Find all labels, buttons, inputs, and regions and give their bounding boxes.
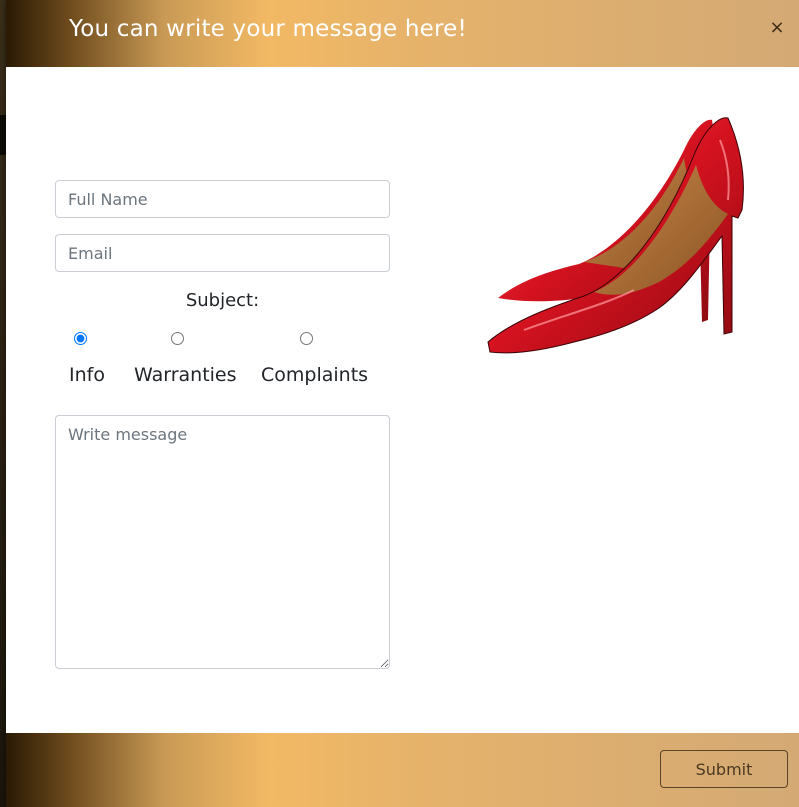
modal-header: You can write your message here! ×	[6, 0, 799, 67]
message-modal: You can write your message here! × Subje…	[6, 0, 799, 807]
subject-label: Subject:	[185, 290, 260, 311]
radio-warranties[interactable]	[171, 332, 184, 345]
radio-label-info: Info	[69, 364, 105, 386]
radio-label-complaints: Complaints	[261, 364, 369, 386]
close-button[interactable]: ×	[767, 16, 787, 40]
message-textarea[interactable]	[55, 415, 390, 669]
email-input[interactable]	[55, 234, 390, 272]
full-name-input[interactable]	[55, 180, 390, 218]
modal-footer: Submit	[6, 733, 799, 807]
radio-complaints[interactable]	[300, 332, 313, 345]
submit-button[interactable]: Submit	[660, 750, 788, 788]
modal-title: You can write your message here!	[69, 16, 467, 42]
radio-info[interactable]	[74, 332, 87, 345]
radio-label-warranties: Warranties	[134, 364, 237, 386]
red-high-heel-shoe-image	[487, 117, 744, 354]
